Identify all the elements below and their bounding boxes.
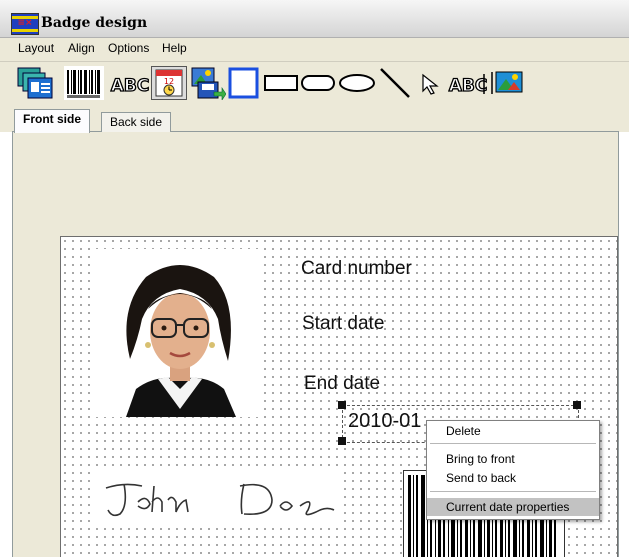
menu-item-send-to-back[interactable]: Send to back	[427, 469, 599, 487]
image-import-icon[interactable]	[190, 66, 226, 100]
portrait-photo[interactable]	[96, 249, 264, 417]
date-field-icon[interactable]: 12	[151, 66, 187, 100]
pointer-icon[interactable]	[418, 66, 442, 100]
resize-handle-bottom-left[interactable]	[338, 437, 346, 445]
menu-help[interactable]: Help	[162, 41, 187, 55]
context-menu: Delete Bring to front Send to back Curre…	[426, 420, 600, 520]
menu-options[interactable]: Options	[108, 41, 149, 55]
signature-image[interactable]	[94, 466, 342, 528]
picture-icon[interactable]	[490, 66, 526, 100]
barcode-icon[interactable]	[64, 66, 104, 100]
svg-text:ABC: ABC	[449, 76, 488, 96]
tab-front-side[interactable]: Front side	[14, 109, 91, 133]
text-icon[interactable]: ABC	[110, 66, 150, 100]
line-icon[interactable]	[378, 66, 412, 100]
end-date-label[interactable]: End date	[304, 373, 380, 395]
tab-strip	[0, 108, 629, 132]
menu-align[interactable]: Align	[68, 41, 95, 55]
svg-text:ABC: ABC	[111, 76, 150, 96]
resize-handle-top-left[interactable]	[338, 401, 346, 409]
square-icon[interactable]	[228, 66, 260, 100]
current-date-field[interactable]: 2010-01	[348, 410, 421, 433]
start-date-label[interactable]: Start date	[302, 313, 384, 335]
menu-item-delete[interactable]: Delete	[427, 422, 599, 440]
text-field-icon[interactable]: ABC	[448, 66, 488, 100]
ellipse-icon[interactable]	[338, 66, 376, 100]
app-icon[interactable]: ≡×	[11, 13, 39, 35]
resize-handle-top-right[interactable]	[573, 401, 581, 409]
templates-icon[interactable]	[16, 66, 56, 100]
window-title: Badge design	[41, 15, 148, 31]
card-number-label[interactable]: Card number	[301, 258, 412, 280]
menu-item-current-date-properties[interactable]: Current date properties	[427, 498, 599, 516]
menu-layout[interactable]: Layout	[18, 41, 54, 55]
menu-item-bring-to-front[interactable]: Bring to front	[427, 450, 599, 468]
rectangle-icon[interactable]	[263, 66, 299, 100]
menu-separator	[430, 491, 596, 492]
rounded-rectangle-icon[interactable]	[300, 66, 336, 100]
menu-separator	[430, 443, 596, 444]
tab-back-side[interactable]: Back side	[101, 112, 172, 132]
